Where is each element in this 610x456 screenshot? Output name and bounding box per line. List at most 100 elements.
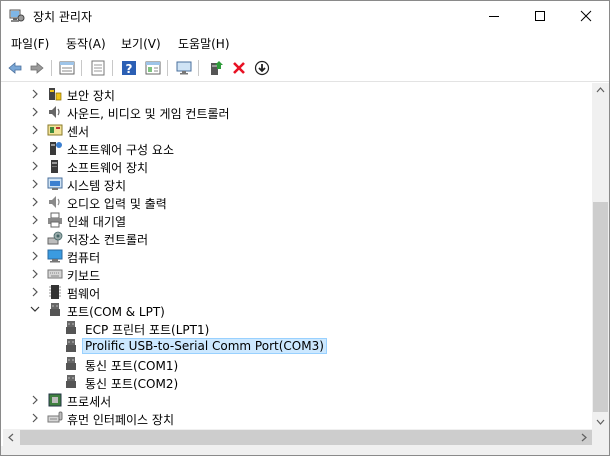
port-icon (63, 356, 79, 372)
chevron-right-icon[interactable] (31, 161, 39, 171)
tree-item-label: 프로세서 (67, 395, 112, 409)
horizontal-scroll-thumb[interactable] (20, 430, 592, 445)
port-icon (63, 338, 79, 354)
toolbar: ? (1, 55, 609, 82)
scroll-left-arrow-icon[interactable] (8, 433, 14, 442)
tree-item-ecp-printer-port[interactable]: ECP 프린터 포트(LPT1) (3, 319, 591, 337)
chevron-right-icon[interactable] (31, 215, 39, 225)
menu-help[interactable]: 도움말(H) (178, 35, 230, 52)
tree-item-security-devices[interactable]: 보안 장치 (3, 85, 591, 103)
storage-controller-icon (47, 230, 63, 246)
chevron-right-icon[interactable] (31, 413, 39, 423)
tree-item-label: 통신 포트(COM2) (85, 377, 179, 391)
chevron-right-icon[interactable] (31, 269, 39, 279)
chevron-right-icon[interactable] (31, 125, 39, 135)
tree-item-label: 소프트웨어 구성 요소 (67, 143, 174, 157)
chevron-right-icon[interactable] (31, 179, 39, 189)
tree-item-com2[interactable]: 통신 포트(COM2) (3, 373, 591, 391)
port-icon (47, 302, 63, 318)
tree-item-sound-video-game[interactable]: 사운드, 비디오 및 게임 컨트롤러 (3, 103, 591, 121)
tree-item-audio-input-output[interactable]: 오디오 입력 및 출력 (3, 193, 591, 211)
tree-item-storage-controllers[interactable]: 저장소 컨트롤러 (3, 229, 591, 247)
device-manager-icon (9, 9, 25, 26)
tree-item-prolific-usb-serial[interactable]: Prolific USB-to-Serial Comm Port(COM3) (3, 337, 591, 355)
menu-action[interactable]: 동작(A) (66, 35, 106, 52)
tree-item-label: 인쇄 대기열 (67, 215, 127, 229)
device-manager-window: 장치 관리자 파일(F) 동작(A) 보기(V) 도움말(H) ? 보안 장치 … (0, 0, 610, 456)
tree-item-sensors[interactable]: 센서 (3, 121, 591, 139)
chevron-right-icon[interactable] (31, 287, 39, 297)
uninstall-icon[interactable] (229, 58, 249, 78)
tree-item-label: 통신 포트(COM1) (85, 359, 179, 373)
chevron-right-icon[interactable] (31, 143, 39, 153)
minimize-button[interactable] (471, 1, 517, 31)
scroll-right-arrow-icon[interactable] (581, 433, 587, 442)
svg-text:?: ? (126, 62, 133, 76)
tree-item-label: Prolific USB-to-Serial Comm Port(COM3) (82, 338, 327, 354)
tree-item-processors[interactable]: 프로세서 (3, 391, 591, 409)
tree-item-com1[interactable]: 통신 포트(COM1) (3, 355, 591, 373)
tree-item-hid[interactable]: 휴먼 인터페이스 장치 (3, 409, 591, 427)
menu-bar: 파일(F) 동작(A) 보기(V) 도움말(H) (1, 31, 609, 55)
maximize-button[interactable] (517, 1, 563, 31)
tree-item-keyboards[interactable]: 키보드 (3, 265, 591, 283)
help-icon[interactable]: ? (119, 58, 139, 78)
hid-icon (47, 410, 63, 426)
tree-item-software-devices[interactable]: 소프트웨어 장치 (3, 157, 591, 175)
computer-icon (47, 248, 63, 264)
menu-file[interactable]: 파일(F) (11, 35, 49, 52)
title-bar[interactable]: 장치 관리자 (1, 1, 609, 31)
chevron-right-icon[interactable] (31, 395, 39, 405)
disable-icon[interactable] (252, 58, 272, 78)
chevron-down-icon[interactable] (30, 305, 40, 313)
device-tree[interactable]: 보안 장치 사운드, 비디오 및 게임 컨트롤러 센서 소프트웨어 구성 요소 (3, 83, 591, 429)
menu-view[interactable]: 보기(V) (121, 35, 161, 52)
back-icon[interactable] (5, 58, 25, 78)
sensor-icon (47, 122, 63, 138)
tree-item-label: 키보드 (67, 269, 101, 283)
tree-item-label: 오디오 입력 및 출력 (67, 197, 167, 211)
tree-item-system-devices[interactable]: 시스템 장치 (3, 175, 591, 193)
tree-item-label: ECP 프린터 포트(LPT1) (85, 323, 210, 337)
tree-item-computer[interactable]: 컴퓨터 (3, 247, 591, 265)
tree-item-label: 센서 (67, 125, 90, 139)
software-component-icon (47, 140, 63, 156)
chevron-right-icon[interactable] (31, 197, 39, 207)
security-device-icon (47, 86, 63, 102)
tree-item-firmware[interactable]: 펌웨어 (3, 283, 591, 301)
chevron-right-icon[interactable] (31, 107, 39, 117)
scroll-up-arrow-icon[interactable] (596, 87, 605, 93)
keyboard-icon (47, 266, 63, 282)
chevron-right-icon[interactable] (31, 251, 39, 261)
status-bar (1, 446, 609, 455)
tree-item-label: 휴먼 인터페이스 장치 (67, 413, 174, 427)
system-device-icon (47, 176, 63, 192)
console-tree-icon[interactable] (143, 58, 163, 78)
scroll-down-arrow-icon[interactable] (596, 419, 605, 425)
properties-view-icon[interactable] (57, 58, 77, 78)
software-device-icon (47, 158, 63, 174)
speaker-icon (47, 194, 63, 210)
speaker-icon (47, 104, 63, 120)
forward-icon[interactable] (27, 58, 47, 78)
tree-item-label: 사운드, 비디오 및 게임 컨트롤러 (67, 107, 230, 121)
chevron-right-icon[interactable] (31, 233, 39, 243)
printer-icon (47, 212, 63, 228)
tree-item-print-queues[interactable]: 인쇄 대기열 (3, 211, 591, 229)
vertical-scroll-thumb[interactable] (593, 202, 608, 412)
tree-item-ports[interactable]: 포트(COM & LPT) (3, 301, 591, 319)
close-button[interactable] (563, 1, 609, 31)
tree-item-label: 보안 장치 (67, 89, 115, 103)
update-driver-icon[interactable] (206, 58, 226, 78)
tree-item-software-components[interactable]: 소프트웨어 구성 요소 (3, 139, 591, 157)
tree-item-label: 저장소 컨트롤러 (67, 233, 149, 247)
monitor-icon[interactable] (174, 58, 194, 78)
processor-icon (47, 392, 63, 408)
tree-item-label: 컴퓨터 (67, 251, 101, 265)
tree-item-label: 시스템 장치 (67, 179, 127, 193)
firmware-chip-icon (47, 284, 63, 300)
vertical-scrollbar[interactable] (592, 83, 609, 429)
chevron-right-icon[interactable] (31, 89, 39, 99)
show-hidden-icon[interactable] (88, 58, 108, 78)
horizontal-scrollbar[interactable] (3, 429, 609, 446)
